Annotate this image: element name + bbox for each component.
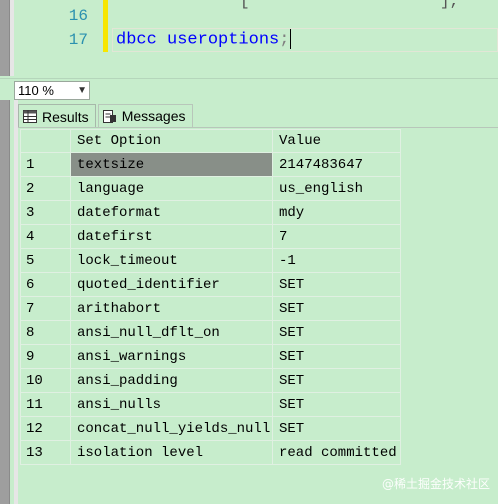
row-number[interactable]: 5	[20, 248, 71, 273]
table-row: 9 ansi_warnings SET	[20, 344, 401, 369]
row-number[interactable]: 2	[20, 176, 71, 201]
results-grid[interactable]: Set Option Value 1 textsize 2147483647 2 la…	[20, 129, 401, 465]
results-margin	[14, 100, 18, 504]
row-number[interactable]: 7	[20, 296, 71, 321]
grid-cell-option[interactable]: ansi_null_dflt_on	[70, 320, 273, 345]
grid-cell-option[interactable]: ansi_nulls	[70, 392, 273, 417]
grid-icon	[23, 110, 37, 123]
table-row: 7 arithabort SET	[20, 296, 401, 321]
row-number[interactable]: 11	[20, 392, 71, 417]
results-tabs: Results Messages	[18, 104, 195, 128]
row-number[interactable]: 1	[20, 152, 71, 177]
table-row: 4 datefirst 7	[20, 224, 401, 249]
table-row: 8 ansi_null_dflt_on SET	[20, 320, 401, 345]
grid-cell-option[interactable]: ansi_warnings	[70, 344, 273, 369]
tab-label: Messages	[121, 108, 186, 124]
grid-cell-value[interactable]: SET	[272, 344, 401, 369]
grid-cell-value[interactable]: SET	[272, 368, 401, 393]
grid-cell-option[interactable]: isolation level	[70, 440, 273, 465]
watermark: @稀土掘金技术社区	[382, 475, 490, 492]
text-caret	[290, 29, 292, 49]
table-row: 11 ansi_nulls SET	[20, 392, 401, 417]
row-number[interactable]: 10	[20, 368, 71, 393]
tab-messages[interactable]: Messages	[97, 104, 193, 127]
row-number[interactable]: 8	[20, 320, 71, 345]
grid-cell-option[interactable]: language	[70, 176, 273, 201]
row-number[interactable]: 6	[20, 272, 71, 297]
grid-cell-value[interactable]: 2147483647	[272, 152, 401, 177]
row-number[interactable]: 3	[20, 200, 71, 225]
row-number[interactable]: 9	[20, 344, 71, 369]
chevron-down-icon[interactable]: ▼	[77, 82, 87, 99]
grid-cell-value[interactable]: read committed	[272, 440, 401, 465]
line-number: 16	[68, 7, 88, 25]
column-header-set-option[interactable]: Set Option	[70, 129, 273, 153]
table-row: 2 language us_english	[20, 176, 401, 201]
code-line[interactable]: dbcc useroptions;	[116, 29, 292, 50]
code-keyword: dbcc	[116, 30, 157, 50]
grid-cell-value[interactable]: SET	[272, 416, 401, 441]
zoom-value: 110 %	[18, 83, 54, 98]
grid-cell-option[interactable]: textsize	[70, 152, 273, 177]
table-row: 1 textsize 2147483647	[20, 152, 401, 177]
grid-cell-option[interactable]: datefirst	[70, 224, 273, 249]
watermark-text: @稀土掘金技术社区	[381, 477, 490, 491]
code-fragment-top-right: ],	[440, 0, 460, 10]
grid-cell-value[interactable]: SET	[272, 272, 401, 297]
table-row: 12 concat_null_yields_null SET	[20, 416, 401, 441]
tab-results[interactable]: Results	[18, 104, 96, 128]
grid-cell-option[interactable]: dateformat	[70, 200, 273, 225]
table-row: 3 dateformat mdy	[20, 200, 401, 225]
line-number: 17	[68, 31, 88, 49]
grid-cell-value[interactable]: -1	[272, 248, 401, 273]
code-fragment-top: [	[240, 0, 250, 10]
grid-cell-option[interactable]: concat_null_yields_null	[70, 416, 273, 441]
table-row: 6 quoted_identifier SET	[20, 272, 401, 297]
grid-cell-option[interactable]: lock_timeout	[70, 248, 273, 273]
table-row: 5 lock_timeout -1	[20, 248, 401, 273]
grid-cell-value[interactable]: SET	[272, 296, 401, 321]
row-number-header[interactable]	[20, 129, 71, 153]
horizontal-scrollbar[interactable]	[92, 83, 498, 97]
grid-cell-value[interactable]: SET	[272, 392, 401, 417]
grid-cell-value[interactable]: SET	[272, 320, 401, 345]
zoom-dropdown[interactable]: 110 % ▼	[14, 81, 90, 100]
tab-divider	[18, 127, 498, 128]
message-icon	[102, 109, 117, 123]
row-number[interactable]: 12	[20, 416, 71, 441]
grid-header-row: Set Option Value	[20, 129, 401, 153]
row-number[interactable]: 13	[20, 440, 71, 465]
results-left-gutter	[0, 100, 10, 504]
grid-cell-option[interactable]: quoted_identifier	[70, 272, 273, 297]
code-identifier: useroptions	[156, 30, 280, 50]
grid-cell-value[interactable]: 7	[272, 224, 401, 249]
tab-label: Results	[42, 108, 89, 125]
code-semicolon: ;	[279, 30, 290, 50]
table-row: 13 isolation level read committed	[20, 440, 401, 465]
row-number[interactable]: 4	[20, 224, 71, 249]
grid-cell-value[interactable]: us_english	[272, 176, 401, 201]
grid-cell-option[interactable]: ansi_padding	[70, 368, 273, 393]
table-row: 10 ansi_padding SET	[20, 368, 401, 393]
query-editor[interactable]: [ ], 16 17 dbcc useroptions;	[0, 0, 498, 76]
grid-cell-option[interactable]: arithabort	[70, 296, 273, 321]
grid-cell-value[interactable]: mdy	[272, 200, 401, 225]
column-header-value[interactable]: Value	[272, 129, 401, 153]
change-marker-bar	[103, 0, 108, 52]
editor-status-bar: 110 % ▼	[0, 78, 498, 100]
